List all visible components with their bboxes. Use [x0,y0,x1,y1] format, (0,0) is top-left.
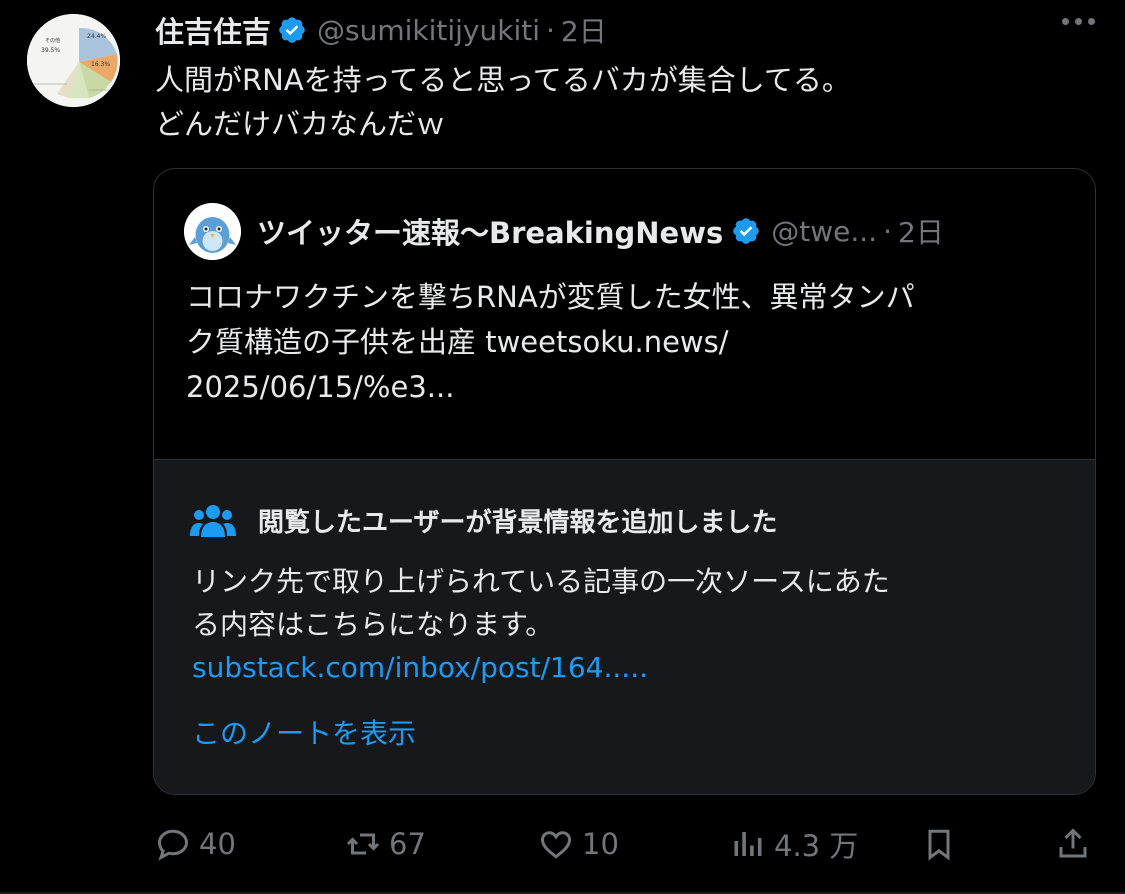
views-count: 4.3 万 [774,829,859,863]
more-options-icon[interactable] [1062,18,1095,25]
quoted-text-line: コロナワクチンを撃ちRNAが変質した女性、異常タンパ [186,280,915,314]
quoted-text-line: ク質構造の子供を出産 tweetsoku.news/ [186,325,729,359]
tweet-text-line: 人間がRNAを持ってると思ってるバカが集合してる。 [155,63,851,97]
community-note-header: 閲覧したユーザーが背景情報を追加しました [190,502,777,539]
avatar-chart-value-3: 16.3% [91,61,110,68]
bookmark-button[interactable] [921,818,957,870]
quoted-author-display-name[interactable]: ツイッター速報〜BreakingNews [257,210,723,252]
note-body-line: リンク先で取り上げられている記事の一次ソースにあた [192,565,890,598]
share-button[interactable] [1055,818,1091,870]
reply-button[interactable]: 40 [155,818,236,870]
community-note[interactable]: 閲覧したユーザーが背景情報を追加しました リンク先で取り上げられている記事の一次… [154,459,1095,794]
bookmark-icon [928,829,950,861]
views-button[interactable]: 4.3 万 [730,818,858,870]
pie-chart-avatar-image: その他 39.5% 24.4% 16.3% [27,14,120,107]
people-icon [190,504,236,537]
tweet-text-line: どんだけバカなんだｗ [155,107,446,141]
author-avatar[interactable]: その他 39.5% 24.4% 16.3% [27,14,120,107]
like-button[interactable]: 10 [538,818,619,870]
note-body-line: る内容はこちらになります。 [192,608,554,641]
quoted-author-avatar[interactable] [184,202,241,260]
bird-avatar-icon [184,202,241,260]
tweet-action-bar: 40 67 10 4.3 万 [155,818,1095,870]
views-chart-icon [734,832,762,856]
quoted-tweet-header: ツイッター速報〜BreakingNews @twe... · 2日 [184,202,944,260]
tweet-timestamp[interactable]: 2日 [561,10,607,50]
quoted-author-handle[interactable]: @twe... [771,215,877,248]
author-display-name[interactable]: 住吉住吉 [155,9,271,51]
share-icon [1059,828,1087,858]
community-note-body: リンク先で取り上げられている記事の一次ソースにあた る内容はこちらになります。 … [192,560,1052,689]
header-separator: · [546,13,555,47]
verified-badge-icon[interactable] [277,15,307,45]
quoted-header-separator: · [883,214,892,248]
author-handle[interactable]: @sumikitijyukiti [317,14,540,47]
like-count: 10 [582,827,619,861]
avatar-chart-value-2: 24.4% [87,33,106,40]
tweet-header: 住吉住吉 @sumikitijyukiti · 2日 [155,10,607,50]
quoted-tweet-text: コロナワクチンを撃ちRNAが変質した女性、異常タンパ ク質構造の子供を出産 tw… [186,275,1066,410]
community-note-title: 閲覧したユーザーが背景情報を追加しました [258,508,778,538]
tweet-text: 人間がRNAを持ってると思ってるバカが集合してる。 どんだけバカなんだｗ [155,58,1085,146]
avatar-chart-value-1: 39.5% [41,47,60,54]
reply-icon [157,829,189,861]
reply-count: 40 [199,827,236,861]
verified-badge-icon[interactable] [731,216,761,246]
note-source-link[interactable]: substack.com/inbox/post/164..... [192,646,1052,689]
quoted-tweet-timestamp[interactable]: 2日 [898,211,944,251]
view-note-link[interactable]: このノートを表示 [192,712,416,752]
heart-icon [540,831,572,859]
avatar-chart-label-1: その他 [45,37,60,44]
retweet-count: 67 [389,827,426,861]
quoted-tweet-card[interactable]: ツイッター速報〜BreakingNews @twe... · 2日 コロナワクチ… [153,168,1096,795]
retweet-button[interactable]: 67 [345,818,426,870]
retweet-icon [346,833,380,855]
quoted-text-line: 2025/06/15/%e3... [186,370,455,404]
